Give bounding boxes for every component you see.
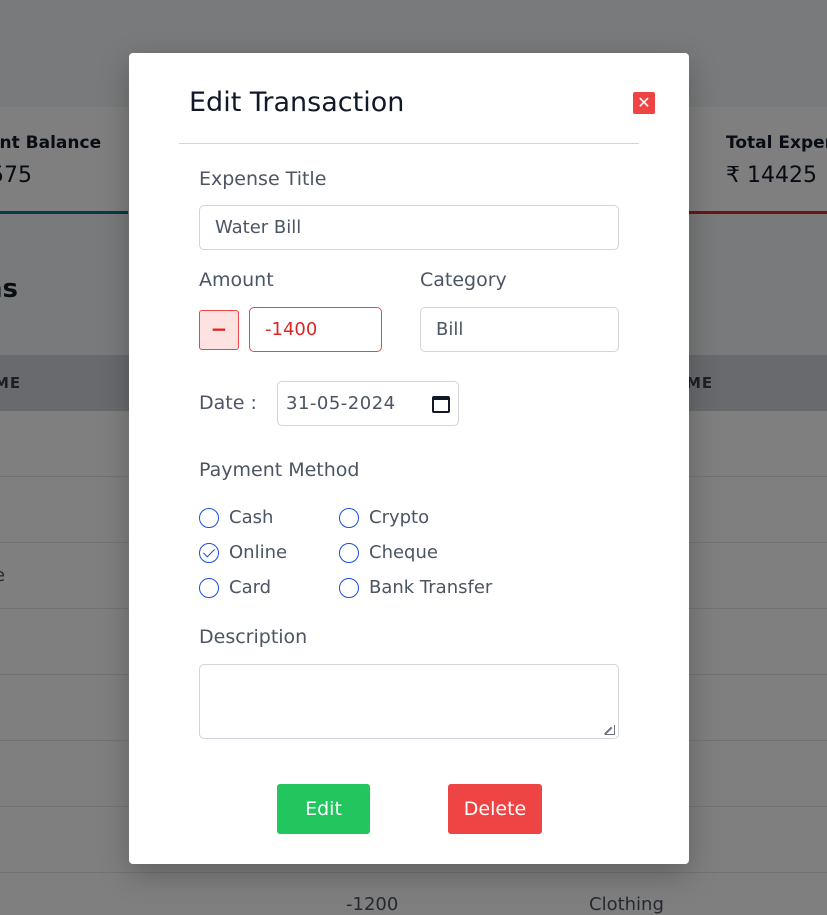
calendar-icon[interactable] xyxy=(432,396,450,413)
payment-option-bank-transfer[interactable]: Bank Transfer xyxy=(339,577,492,598)
date-input[interactable]: 31-05-2024 xyxy=(277,381,459,426)
amount-input[interactable]: -1400 xyxy=(249,307,382,352)
description-label: Description xyxy=(199,626,308,648)
category-value: Bill xyxy=(436,319,464,340)
payment-option-label: Cash xyxy=(229,507,274,528)
payment-method-label: Payment Method xyxy=(199,459,360,481)
radio-card[interactable] xyxy=(199,577,219,598)
expense-title-label: Expense Title xyxy=(199,168,327,190)
expense-title-value: Water Bill xyxy=(215,217,302,238)
amount-label: Amount xyxy=(199,269,274,291)
header-divider xyxy=(179,143,639,144)
payment-option-label: Cheque xyxy=(369,542,438,563)
payment-option-card[interactable]: Card xyxy=(199,577,271,598)
payment-option-online[interactable]: Online xyxy=(199,542,287,563)
category-label: Category xyxy=(420,269,507,291)
close-button[interactable]: ✕ xyxy=(633,92,655,114)
payment-option-crypto[interactable]: Crypto xyxy=(339,507,429,528)
payment-option-label: Online xyxy=(229,542,288,563)
amount-value: -1400 xyxy=(265,319,318,340)
edit-transaction-modal: Edit Transaction ✕ Expense Title Water B… xyxy=(129,53,689,864)
date-value: 31-05-2024 xyxy=(286,393,396,414)
minus-icon: − xyxy=(210,317,228,341)
date-label: Date : xyxy=(199,392,257,414)
edit-button[interactable]: Edit xyxy=(277,784,370,834)
payment-option-cash[interactable]: Cash xyxy=(199,507,273,528)
resize-handle-icon[interactable] xyxy=(605,725,615,735)
payment-option-label: Card xyxy=(229,577,272,598)
payment-option-label: Bank Transfer xyxy=(369,577,493,598)
radio-bank-transfer[interactable] xyxy=(339,577,359,598)
payment-option-cheque[interactable]: Cheque xyxy=(339,542,438,563)
payment-option-label: Crypto xyxy=(369,507,430,528)
radio-crypto[interactable] xyxy=(339,507,359,528)
expense-title-input[interactable]: Water Bill xyxy=(199,205,619,250)
radio-cash[interactable] xyxy=(199,507,219,528)
delete-button[interactable]: Delete xyxy=(448,784,542,834)
radio-online-checked[interactable] xyxy=(199,542,219,563)
category-input[interactable]: Bill xyxy=(420,307,619,352)
radio-cheque[interactable] xyxy=(339,542,359,563)
amount-sign-toggle[interactable]: − xyxy=(199,310,239,350)
description-textarea[interactable] xyxy=(199,664,619,739)
close-icon: ✕ xyxy=(637,93,651,112)
modal-title: Edit Transaction xyxy=(189,87,405,118)
